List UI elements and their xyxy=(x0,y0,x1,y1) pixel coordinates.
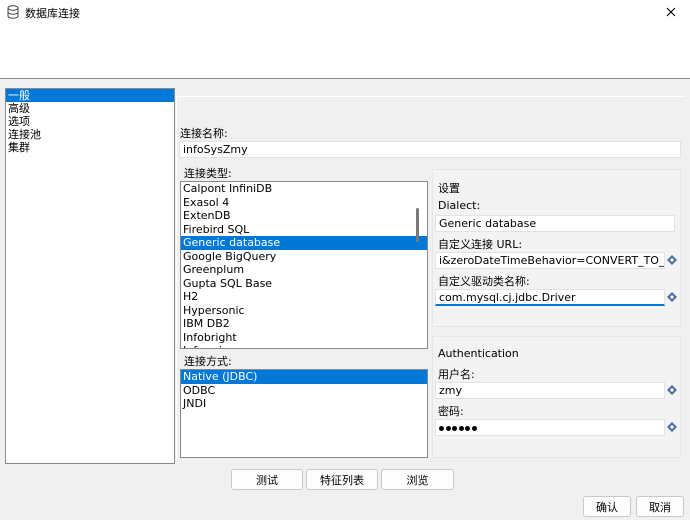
username-input[interactable]: zmy xyxy=(435,382,665,399)
connection-type-item[interactable]: ExtenDB xyxy=(181,209,427,223)
password-dot xyxy=(465,425,470,431)
connection-type-item[interactable]: Infobright xyxy=(181,331,427,345)
connection-type-label: 连接类型: xyxy=(184,167,232,180)
nav-item-general[interactable]: 一般 xyxy=(6,89,174,102)
connection-type-item[interactable]: Hypersonic xyxy=(181,304,427,318)
title-bar: 数据库连接 xyxy=(0,0,690,25)
close-icon[interactable] xyxy=(660,1,682,23)
nav-item-options[interactable]: 选项 xyxy=(6,115,174,128)
connection-type-item[interactable]: Calpont InfiniDB xyxy=(181,182,427,196)
database-icon xyxy=(7,5,19,22)
connection-type-item[interactable]: Exasol 4 xyxy=(181,196,427,210)
password-dot xyxy=(458,425,464,431)
driver-variable-icon[interactable] xyxy=(666,291,678,303)
password-dot xyxy=(471,425,477,431)
browse-button[interactable]: 浏览 xyxy=(381,469,454,490)
ok-button[interactable]: 确认 xyxy=(583,496,631,517)
password-dot xyxy=(439,425,444,431)
dialect-label: Dialect: xyxy=(438,199,481,212)
nav-item-cluster[interactable]: 集群 xyxy=(6,141,174,154)
connection-method-list[interactable]: Native (JDBC) ODBC JNDI xyxy=(180,369,428,458)
auth-title: Authentication xyxy=(438,347,519,360)
password-dot xyxy=(452,425,457,431)
feature-list-button[interactable]: 特征列表 xyxy=(306,469,378,490)
header-banner xyxy=(0,25,690,79)
type-list-scrollbar[interactable] xyxy=(416,208,419,242)
connection-name-label: 连接名称: xyxy=(180,127,228,140)
connection-type-item[interactable]: H2 xyxy=(181,290,427,304)
cancel-button[interactable]: 取消 xyxy=(636,496,684,517)
connection-type-item[interactable]: Firebird SQL xyxy=(181,223,427,237)
connection-method-item[interactable]: JNDI xyxy=(181,397,427,411)
connection-type-item[interactable]: Informix xyxy=(181,344,427,348)
connection-type-item[interactable]: IBM DB2 xyxy=(181,317,427,331)
connection-type-item[interactable]: Google BigQuery xyxy=(181,250,427,264)
window-title: 数据库连接 xyxy=(25,7,80,20)
custom-driver-label: 自定义驱动类名称: xyxy=(438,275,530,288)
url-variable-icon[interactable] xyxy=(666,254,678,266)
custom-url-label: 自定义连接 URL: xyxy=(438,238,523,251)
username-variable-icon[interactable] xyxy=(666,384,678,396)
connection-name-input[interactable]: infoSysZmy xyxy=(179,141,681,158)
connection-type-item[interactable]: Generic database xyxy=(181,236,427,250)
password-label: 密码: xyxy=(438,405,464,418)
password-input[interactable] xyxy=(435,419,665,436)
test-button[interactable]: 测试 xyxy=(231,469,303,490)
custom-url-input[interactable]: i&zeroDateTimeBehavior=CONVERT_TO_NULL xyxy=(435,252,665,269)
settings-title: 设置 xyxy=(438,182,460,195)
connection-method-label: 连接方式: xyxy=(184,355,232,368)
connection-type-item[interactable]: Greenplum xyxy=(181,263,427,277)
connection-type-list[interactable]: Calpont InfiniDB Exasol 4 ExtenDB Firebird … xyxy=(180,181,428,349)
username-label: 用户名: xyxy=(438,368,475,381)
custom-driver-input[interactable]: com.mysql.cj.jdbc.Driver xyxy=(435,289,665,306)
connection-type-item[interactable]: Gupta SQL Base xyxy=(181,277,427,291)
category-list[interactable]: 一般 高级 选项 连接池 集群 xyxy=(5,88,175,464)
dialect-field[interactable]: Generic database xyxy=(435,215,675,232)
connection-method-item[interactable]: ODBC xyxy=(181,384,427,398)
password-dot xyxy=(445,425,451,431)
nav-item-advanced[interactable]: 高级 xyxy=(6,102,174,115)
connection-method-item[interactable]: Native (JDBC) xyxy=(181,370,427,384)
nav-item-pooling[interactable]: 连接池 xyxy=(6,128,174,141)
password-variable-icon[interactable] xyxy=(666,421,678,433)
